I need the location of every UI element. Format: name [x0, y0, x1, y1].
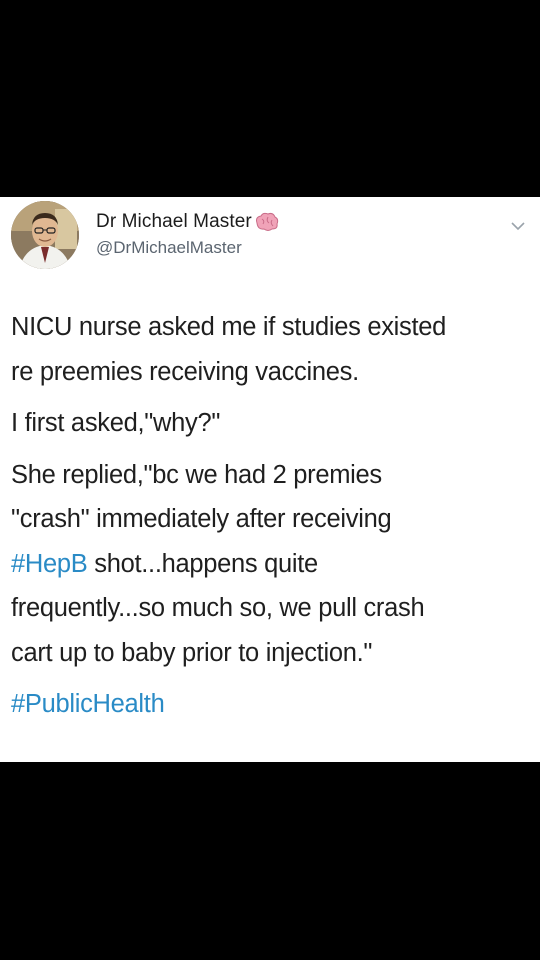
tweet-line: NICU nurse asked me if studies existed: [11, 313, 447, 341]
tweet-line: cart up to baby prior to injection.": [11, 638, 373, 667]
brain-icon: [253, 211, 279, 233]
hashtag-link-publichealth[interactable]: #PublicHealth: [11, 690, 165, 718]
tweet-line: re preemies receiving vaccines.: [11, 357, 359, 386]
tweet-line: frequently...so much so, we pull crash: [11, 594, 425, 622]
tweet-line: She replied,"bc we had 2 premies: [11, 460, 382, 489]
tweet-paragraph: #PublicHealth: [11, 682, 531, 727]
avatar[interactable]: [11, 201, 79, 269]
hashtag-link-hepb[interactable]: #HepB: [11, 550, 88, 578]
tweet-text: NICU nurse asked me if studies existed r…: [11, 305, 531, 727]
tweet-paragraph: I first asked,"why?": [11, 401, 531, 446]
author-name-row[interactable]: Dr Michael Master: [96, 211, 279, 233]
tweet-line: I first asked,"why?": [11, 409, 221, 437]
tweet-paragraph: NICU nurse asked me if studies existed r…: [11, 305, 531, 394]
tweet-line: "crash" immediately after receiving: [11, 505, 392, 533]
tweet-card[interactable]: Dr Michael Master @DrMichaelMaster NICU …: [0, 197, 540, 762]
author-handle[interactable]: @DrMichaelMaster: [96, 238, 242, 258]
chevron-down-icon[interactable]: [510, 221, 526, 231]
tweet-paragraph: She replied,"bc we had 2 premies "crash"…: [11, 453, 531, 676]
avatar-image: [11, 201, 79, 269]
author-display-name[interactable]: Dr Michael Master: [96, 211, 252, 233]
tweet-line: shot...happens quite: [87, 549, 318, 578]
